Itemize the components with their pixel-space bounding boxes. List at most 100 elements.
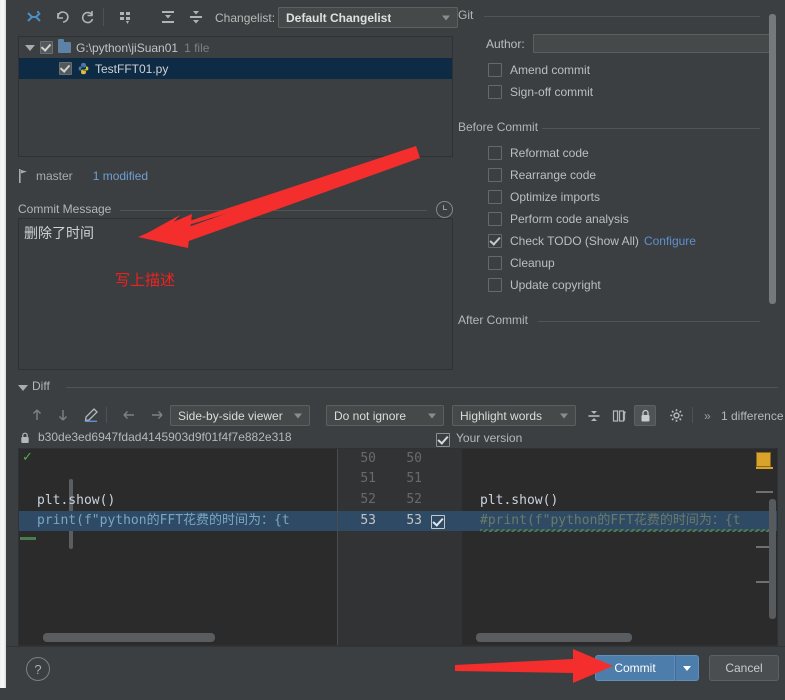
option-check-todo[interactable]: Check TODO (Show All) Configure (488, 230, 778, 252)
accept-left-icon[interactable] (118, 404, 140, 426)
changelist-label: Changelist: (215, 11, 276, 25)
root-checkbox[interactable] (40, 41, 53, 54)
option-perform-code-analysis[interactable]: Perform code analysis (488, 208, 778, 230)
perform-code-analysis-checkbox[interactable] (488, 212, 502, 226)
lock-read-only-icon[interactable] (634, 405, 656, 426)
settings-gear-icon[interactable] (666, 405, 688, 426)
configure-link[interactable]: Configure (644, 234, 696, 248)
tree-row[interactable]: G:\python\jiSuan01 1 file (19, 37, 452, 58)
rearrange-code-label: Rearrange code (510, 168, 597, 182)
expand-all-icon[interactable] (156, 6, 180, 28)
optimize-imports-label: Optimize imports (510, 190, 601, 204)
code-line (462, 469, 777, 489)
tree-row[interactable]: TestFFT01.py (19, 58, 452, 79)
line-number-right: 51 (406, 471, 422, 486)
option-rearrange-code[interactable]: Rearrange code (488, 164, 778, 186)
amend-commit-checkbox[interactable] (488, 63, 502, 77)
diff-section-label: Diff (32, 379, 56, 393)
your-version-checkbox[interactable] (436, 433, 450, 447)
changelist-dropdown[interactable]: Default Changelist (278, 7, 458, 28)
option-signoff-commit[interactable]: Sign-off commit (488, 81, 778, 103)
section-divider (66, 387, 778, 388)
commit-message-input[interactable]: 删除了时间 写上描述 (18, 218, 453, 370)
file-name-label: TestFFT01.py (95, 61, 169, 76)
synchronize-scroll-icon[interactable] (608, 405, 630, 426)
author-field[interactable] (532, 34, 773, 53)
right-pane-hscrollbar[interactable] (476, 633, 632, 642)
before-commit-label: Before Commit (458, 120, 545, 134)
line-number-left: 51 (360, 471, 376, 486)
after-commit-section-header: After Commit (458, 313, 778, 329)
line-number-right: 50 (406, 451, 422, 466)
revert-icon[interactable] (50, 6, 74, 28)
dialog-footer: ? Commit Cancel (6, 646, 785, 688)
commit-button[interactable]: Commit (595, 655, 675, 681)
git-section-label: Git (458, 8, 480, 22)
section-divider (538, 321, 760, 322)
right-pane-vscrollbar[interactable] (769, 499, 776, 619)
rearrange-code-checkbox[interactable] (488, 168, 502, 182)
diff-toolbar: Side-by-side viewer Do not ignore Highli… (18, 404, 784, 428)
chevron-expanded-icon[interactable] (18, 385, 28, 391)
cleanup-checkbox[interactable] (488, 256, 502, 270)
diff-right-pane[interactable]: plt.show() #print(f"python的FFT花费的时间为：{t (462, 449, 777, 645)
diff-left-pane[interactable]: ✓ plt.show() print(f"python的FFT花费的时间为：{t (19, 449, 337, 645)
code-line-highlighted: print(f"python的FFT花费的时间为：{t (19, 511, 337, 531)
chevron-down-icon (442, 15, 450, 20)
line-number-right: 52 (406, 492, 422, 507)
previous-difference-icon[interactable] (26, 404, 48, 426)
collapse-unchanged-icon[interactable] (583, 405, 605, 426)
amend-commit-label: Amend commit (510, 63, 591, 77)
left-pane-hscrollbar[interactable] (43, 633, 215, 642)
warning-marker-icon[interactable] (756, 452, 771, 467)
squiggly-underline (480, 529, 769, 532)
cancel-button[interactable]: Cancel (709, 655, 779, 681)
viewer-mode-dropdown[interactable]: Side-by-side viewer (170, 405, 310, 426)
group-by-icon[interactable] (114, 6, 138, 28)
file-checkbox[interactable] (59, 62, 72, 75)
option-optimize-imports[interactable]: Optimize imports (488, 186, 778, 208)
optimize-imports-checkbox[interactable] (488, 190, 502, 204)
line-number-right: 53 (406, 513, 422, 528)
author-label: Author: (486, 36, 525, 51)
edit-icon[interactable] (80, 404, 102, 426)
annotation-write-description: 写上描述 (115, 271, 176, 289)
history-clock-icon[interactable] (436, 201, 453, 218)
changelist-value: Default Changelist (286, 10, 392, 25)
reformat-code-checkbox[interactable] (488, 146, 502, 160)
option-amend-commit[interactable]: Amend commit (488, 59, 778, 81)
option-reformat-code[interactable]: Reformat code (488, 142, 778, 164)
chevron-expanded-icon[interactable] (25, 44, 35, 51)
option-cleanup[interactable]: Cleanup (488, 252, 778, 274)
commit-dropdown-button[interactable] (675, 655, 699, 681)
next-difference-icon[interactable] (52, 404, 74, 426)
include-change-checkbox[interactable] (431, 515, 445, 529)
modified-count[interactable]: 1 modified (93, 169, 148, 183)
chevron-down-icon (683, 665, 691, 671)
accept-right-icon[interactable] (146, 404, 168, 426)
signoff-commit-checkbox[interactable] (488, 85, 502, 99)
help-icon[interactable]: ? (26, 657, 50, 681)
chevron-down-icon (294, 413, 302, 418)
branch-name: master (36, 169, 73, 183)
update-copyright-checkbox[interactable] (488, 278, 502, 292)
section-divider (120, 210, 427, 211)
git-panel-scrollbar-thumb[interactable] (769, 14, 776, 304)
author-row: Author: (486, 34, 778, 53)
expand-more-icon[interactable]: » (704, 409, 711, 423)
branch-icon (18, 169, 30, 183)
option-update-copyright[interactable]: Update copyright (488, 274, 778, 296)
show-diff-icon[interactable] (22, 6, 46, 28)
refresh-icon[interactable] (76, 6, 100, 28)
changed-files-tree[interactable]: G:\python\jiSuan01 1 file TestFFT01.py (18, 36, 453, 157)
collapse-all-icon[interactable] (184, 6, 208, 28)
code-line: plt.show() (19, 491, 337, 511)
after-commit-label: After Commit (458, 313, 535, 327)
highlight-mode-dropdown[interactable]: Highlight words (452, 405, 576, 426)
git-section-header: Git (458, 8, 778, 24)
ignore-mode-dropdown[interactable]: Do not ignore (326, 405, 444, 426)
check-todo-checkbox[interactable] (488, 234, 502, 248)
